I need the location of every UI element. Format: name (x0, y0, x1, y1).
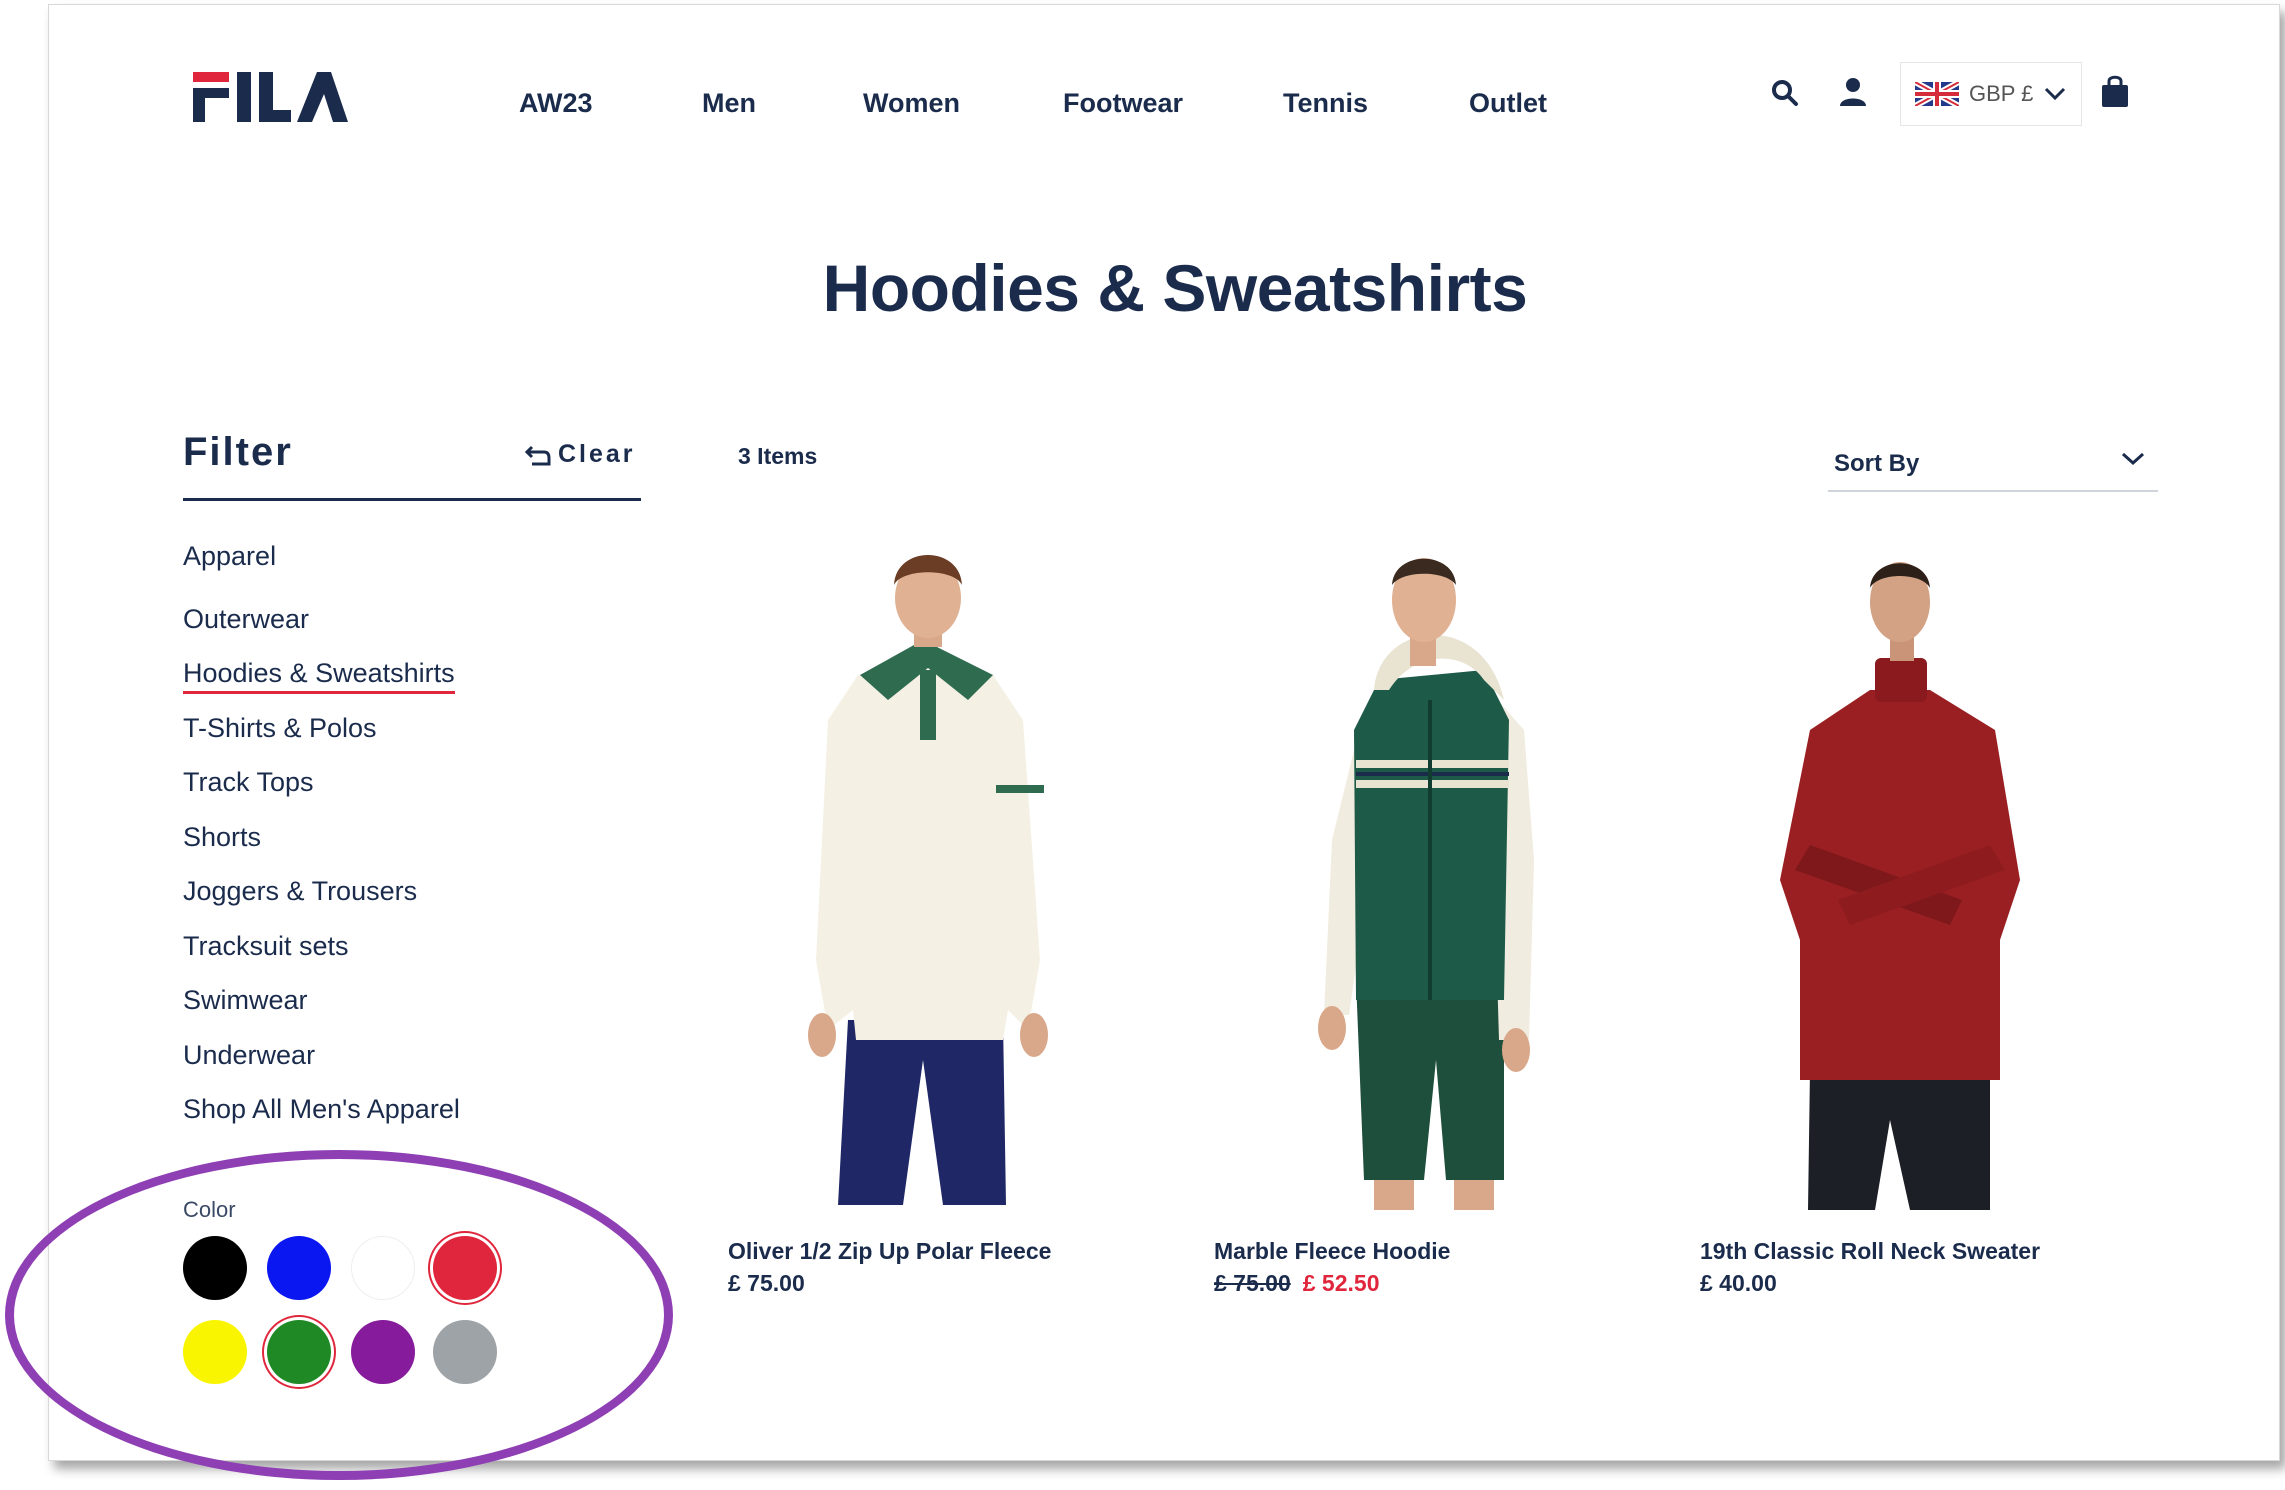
color-swatch-green[interactable] (267, 1320, 331, 1384)
category-outerwear[interactable]: Outerwear (183, 604, 309, 635)
product-name[interactable]: Marble Fleece Hoodie (1214, 1238, 1450, 1265)
undo-icon (524, 445, 551, 465)
color-swatch-purple[interactable] (351, 1320, 415, 1384)
account-icon[interactable] (1838, 76, 1868, 108)
color-swatch-yellow[interactable] (183, 1320, 247, 1384)
sort-dropdown[interactable]: Sort By (1828, 440, 2158, 492)
category-tshirts-polos[interactable]: T-Shirts & Polos (183, 713, 377, 744)
currency-label: GBP £ (1969, 81, 2034, 106)
category-tracksuit-sets[interactable]: Tracksuit sets (183, 931, 349, 962)
nav-men[interactable]: Men (702, 88, 756, 119)
nav-outlet[interactable]: Outlet (1469, 88, 1547, 119)
color-swatch-blue[interactable] (267, 1236, 331, 1300)
category-joggers-trousers[interactable]: Joggers & Trousers (183, 876, 417, 907)
filter-section-apparel: Apparel (183, 541, 277, 571)
sort-label: Sort By (1834, 450, 1920, 477)
nav-footwear[interactable]: Footwear (1063, 88, 1183, 119)
category-swimwear[interactable]: Swimwear (183, 985, 308, 1016)
category-track-tops[interactable]: Track Tops (183, 767, 314, 798)
product-image[interactable] (1214, 540, 1614, 1210)
filter-divider (183, 498, 641, 501)
category-shop-all-mens[interactable]: Shop All Men's Apparel (183, 1094, 460, 1125)
currency-selector[interactable]: GBP £ (1900, 62, 2082, 126)
color-swatch-black[interactable] (183, 1236, 247, 1300)
product-name[interactable]: Oliver 1/2 Zip Up Polar Fleece (728, 1238, 1051, 1265)
color-swatch-grey[interactable] (433, 1320, 497, 1384)
category-hoodies-sweatshirts[interactable]: Hoodies & Sweatshirts (183, 658, 455, 694)
product-original-price: £ 75.00 (1214, 1270, 1291, 1296)
fila-logo[interactable] (193, 68, 348, 124)
clear-filters-button[interactable]: Clear (524, 440, 636, 469)
nav-aw23[interactable]: AW23 (519, 88, 593, 119)
category-shorts[interactable]: Shorts (183, 822, 261, 853)
filter-title: Filter (183, 430, 293, 474)
page-title: Hoodies & Sweatshirts (822, 251, 1528, 325)
chevron-down-icon (2045, 87, 2066, 101)
search-icon[interactable] (1770, 78, 1800, 108)
items-count: 3 Items (738, 443, 818, 469)
color-swatch-red[interactable] (433, 1236, 497, 1300)
nav-women[interactable]: Women (863, 88, 960, 119)
product-image[interactable] (1700, 540, 2100, 1210)
color-filter-label: Color (183, 1197, 236, 1222)
product-sale-price: £ 52.50 (1302, 1270, 1380, 1296)
product-price: £ 75.00 £ 52.50 (1214, 1270, 1380, 1297)
product-image[interactable] (728, 540, 1128, 1210)
category-underwear[interactable]: Underwear (183, 1040, 315, 1071)
product-price: £ 75.00 (728, 1270, 805, 1296)
color-swatch-white[interactable] (351, 1236, 415, 1300)
bag-icon[interactable] (2100, 74, 2130, 108)
uk-flag-icon (1915, 82, 1959, 106)
nav-tennis[interactable]: Tennis (1283, 88, 1368, 119)
chevron-down-icon (2121, 452, 2145, 466)
product-name[interactable]: 19th Classic Roll Neck Sweater (1700, 1238, 2040, 1265)
clear-label: Clear (558, 440, 636, 468)
product-price: £ 40.00 (1700, 1270, 1777, 1296)
